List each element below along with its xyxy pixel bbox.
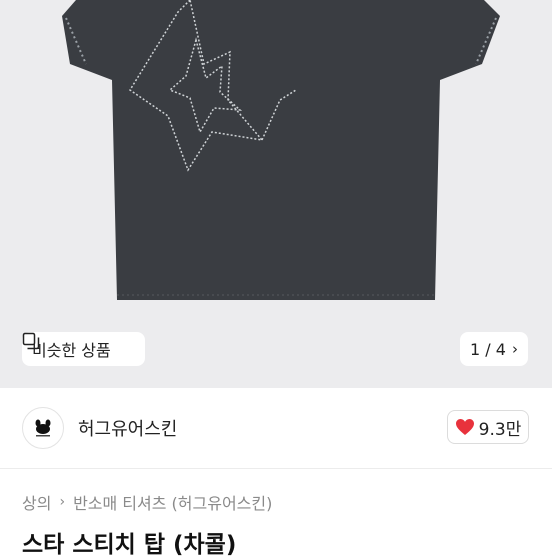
- breadcrumb-subcategory[interactable]: 반소매 티셔츠 (허그유어스킨): [73, 490, 272, 514]
- image-pager-count: 1 / 4: [470, 339, 506, 359]
- seller-row: 허그유어스킨 9.3만: [0, 388, 552, 469]
- product-title: 스타 스티치 탑 (차콜): [22, 532, 237, 558]
- breadcrumb: 상의 › 반소매 티셔츠 (허그유어스킨): [22, 490, 272, 514]
- product-image-gallery[interactable]: 비슷한 상품 1 / 4 ›: [0, 0, 552, 388]
- similar-products-button[interactable]: 비슷한 상품: [22, 332, 145, 366]
- seller-logo-icon: [35, 419, 51, 437]
- heart-icon: [455, 419, 474, 435]
- seller-like-count: 9.3만: [478, 419, 522, 440]
- chevron-right-icon: ›: [59, 494, 66, 510]
- chevron-right-icon: ›: [511, 340, 518, 358]
- seller-avatar[interactable]: [22, 407, 64, 449]
- similar-items-icon: [22, 332, 40, 350]
- seller-like-button[interactable]: 9.3만: [447, 410, 529, 444]
- product-photo: [62, 0, 500, 300]
- image-pager-button[interactable]: 1 / 4 ›: [460, 332, 528, 366]
- breadcrumb-category[interactable]: 상의: [22, 490, 51, 514]
- similar-products-label: 비슷한 상품: [32, 341, 111, 360]
- seller-name[interactable]: 허그유어스킨: [78, 415, 177, 441]
